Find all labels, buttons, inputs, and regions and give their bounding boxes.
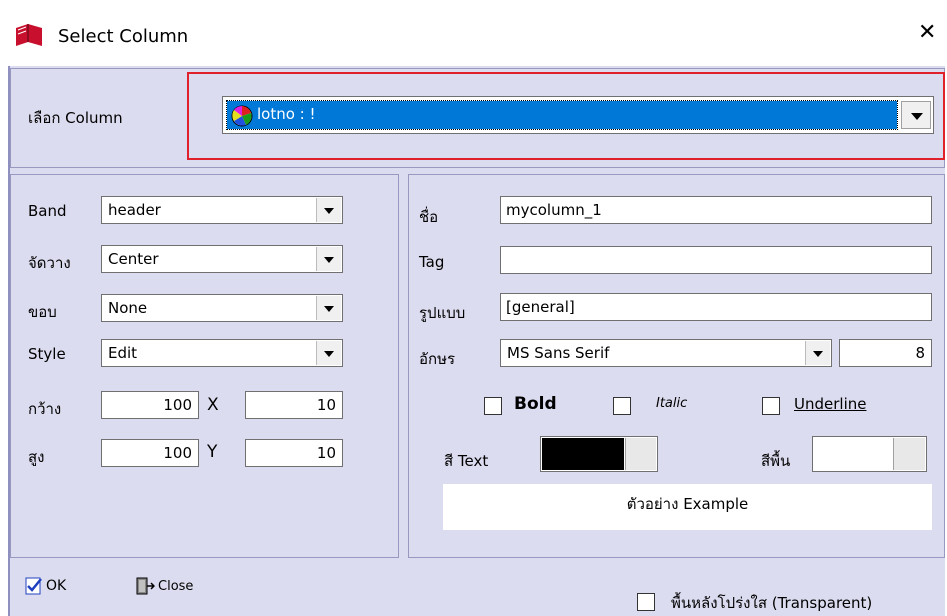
y-value: 10	[316, 444, 336, 462]
bg-color-label: สีพื้น	[761, 452, 791, 470]
y-input[interactable]: 10	[245, 439, 343, 467]
tag-label: Tag	[419, 253, 445, 271]
width-label: กว้าง	[28, 400, 62, 418]
height-label: สูง	[28, 448, 45, 466]
name-value: mycolumn_1	[506, 201, 602, 219]
ok-label: OK	[46, 578, 67, 594]
close-label: Close	[158, 579, 194, 594]
border-value: None	[108, 299, 148, 317]
example-preview: ตัวอย่าง Example	[443, 484, 932, 530]
format-input[interactable]: [general]	[500, 293, 932, 321]
band-combo[interactable]: header	[101, 196, 343, 224]
font-combo[interactable]: MS Sans Serif	[500, 339, 832, 367]
x-value: 10	[316, 396, 336, 414]
title-bar: Select Column ✕	[0, 0, 947, 66]
band-label: Band	[28, 202, 67, 220]
style-combo[interactable]: Edit	[101, 339, 343, 367]
close-icon[interactable]: ✕	[918, 22, 936, 44]
font-label: อักษร	[419, 350, 456, 368]
height-input[interactable]: 100	[101, 439, 199, 467]
underline-label: Underline	[794, 395, 867, 413]
align-value: Center	[108, 250, 159, 268]
bg-color-button[interactable]	[893, 438, 925, 470]
close-button[interactable]: Close	[135, 575, 225, 599]
app-book-icon	[16, 24, 42, 46]
exit-door-icon	[136, 577, 155, 595]
chevron-down-icon[interactable]	[316, 296, 341, 320]
text-color-label: สี Text	[444, 452, 489, 470]
select-column-label: เลือก Column	[28, 109, 123, 127]
y-label: Y	[207, 442, 218, 462]
example-text: ตัวอย่าง Example	[626, 495, 749, 513]
align-combo[interactable]: Center	[101, 245, 343, 273]
style-label: Style	[28, 345, 66, 363]
height-value: 100	[163, 444, 192, 462]
font-size-input[interactable]: 8	[839, 339, 932, 367]
x-input[interactable]: 10	[245, 391, 343, 419]
font-value: MS Sans Serif	[507, 344, 610, 362]
chevron-down-icon[interactable]	[316, 247, 341, 271]
width-input[interactable]: 100	[101, 391, 199, 419]
style-value: Edit	[108, 344, 138, 362]
bold-checkbox[interactable]	[484, 397, 502, 415]
window-title: Select Column	[58, 26, 189, 47]
name-input[interactable]: mycolumn_1	[500, 196, 932, 224]
chevron-down-icon[interactable]	[316, 341, 341, 365]
bold-label: Bold	[514, 394, 557, 414]
width-value: 100	[163, 396, 192, 414]
format-label: รูปแบบ	[419, 304, 466, 322]
text-color-button[interactable]	[625, 438, 656, 470]
transparent-checkbox[interactable]	[637, 593, 655, 611]
align-label: จัดวาง	[28, 254, 71, 272]
italic-label: Italic	[656, 396, 688, 411]
checkmark-doc-icon	[25, 577, 42, 595]
ok-button[interactable]: OK	[25, 575, 85, 599]
name-label: ชื่อ	[419, 208, 439, 226]
combo-selection	[226, 100, 898, 130]
color-wheel-icon	[231, 105, 253, 127]
text-color-swatch	[542, 438, 624, 470]
underline-checkbox[interactable]	[762, 397, 780, 415]
border-combo[interactable]: None	[101, 294, 343, 322]
text-color-picker[interactable]	[540, 436, 658, 472]
font-size-value: 8	[915, 344, 925, 362]
select-column-value: lotno : !	[257, 105, 316, 123]
border-label: ขอบ	[28, 303, 57, 321]
transparent-label: พื้นหลังโปร่งใส (Transparent)	[671, 594, 873, 612]
tag-input[interactable]	[500, 246, 932, 274]
select-column-combo[interactable]: lotno : !	[222, 96, 934, 134]
format-value: [general]	[506, 298, 575, 316]
bg-color-swatch	[814, 438, 892, 470]
chevron-down-icon[interactable]	[901, 101, 931, 129]
band-value: header	[108, 201, 161, 219]
chevron-down-icon[interactable]	[316, 198, 341, 222]
chevron-down-icon[interactable]	[805, 341, 830, 365]
bg-color-picker[interactable]	[812, 436, 927, 472]
italic-checkbox[interactable]	[613, 397, 631, 415]
x-label: X	[207, 395, 219, 415]
